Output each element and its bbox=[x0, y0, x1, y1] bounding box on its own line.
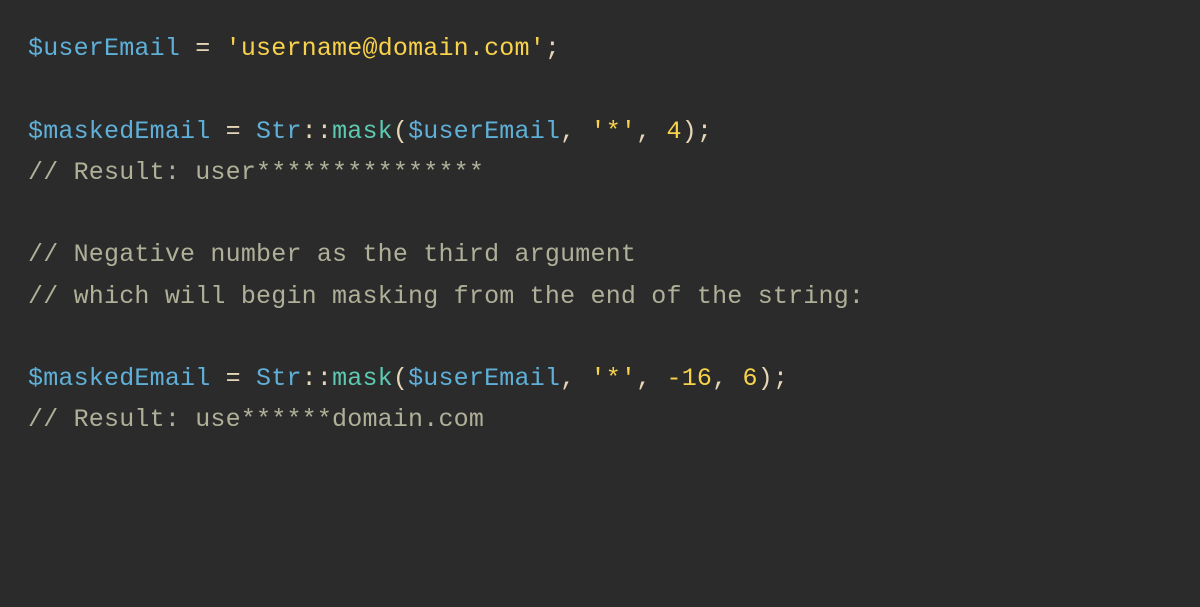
token-scope: :: bbox=[302, 364, 332, 393]
code-line: $userEmail = 'username@domain.com'; bbox=[28, 34, 560, 63]
token-comma: , bbox=[712, 364, 742, 393]
token-function: mask bbox=[332, 117, 393, 146]
token-punct: ; bbox=[697, 117, 712, 146]
token-paren: ) bbox=[682, 117, 697, 146]
token-number: 6 bbox=[743, 364, 758, 393]
token-variable: $userEmail bbox=[408, 364, 560, 393]
token-punct: ; bbox=[773, 364, 788, 393]
token-scope: :: bbox=[302, 117, 332, 146]
token-class: Str bbox=[256, 117, 302, 146]
token-comment: // Result: user*************** bbox=[28, 158, 484, 187]
token-string: '*' bbox=[591, 117, 637, 146]
token-class: Str bbox=[256, 364, 302, 393]
token-comment: // Negative number as the third argument bbox=[28, 240, 636, 269]
token-comment: // which will begin masking from the end… bbox=[28, 282, 864, 311]
token-comma: , bbox=[560, 364, 590, 393]
code-line: $maskedEmail = Str::mask($userEmail, '*'… bbox=[28, 117, 712, 146]
token-number: -16 bbox=[667, 364, 713, 393]
token-variable: $userEmail bbox=[408, 117, 560, 146]
token-comma: , bbox=[560, 117, 590, 146]
token-comma: , bbox=[636, 364, 666, 393]
token-punct: ; bbox=[545, 34, 560, 63]
token-comment: // Result: use******domain.com bbox=[28, 405, 484, 434]
token-comma: , bbox=[636, 117, 666, 146]
token-string: '*' bbox=[591, 364, 637, 393]
token-paren: ( bbox=[393, 364, 408, 393]
token-paren: ) bbox=[758, 364, 773, 393]
token-operator: = bbox=[210, 364, 256, 393]
token-variable: $maskedEmail bbox=[28, 117, 210, 146]
token-string: 'username@domain.com' bbox=[226, 34, 545, 63]
code-line: $maskedEmail = Str::mask($userEmail, '*'… bbox=[28, 364, 788, 393]
token-variable: $maskedEmail bbox=[28, 364, 210, 393]
token-function: mask bbox=[332, 364, 393, 393]
token-variable: $userEmail bbox=[28, 34, 180, 63]
token-number: 4 bbox=[667, 117, 682, 146]
code-block: $userEmail = 'username@domain.com'; $mas… bbox=[28, 28, 1172, 441]
token-operator: = bbox=[180, 34, 226, 63]
token-paren: ( bbox=[393, 117, 408, 146]
token-operator: = bbox=[210, 117, 256, 146]
